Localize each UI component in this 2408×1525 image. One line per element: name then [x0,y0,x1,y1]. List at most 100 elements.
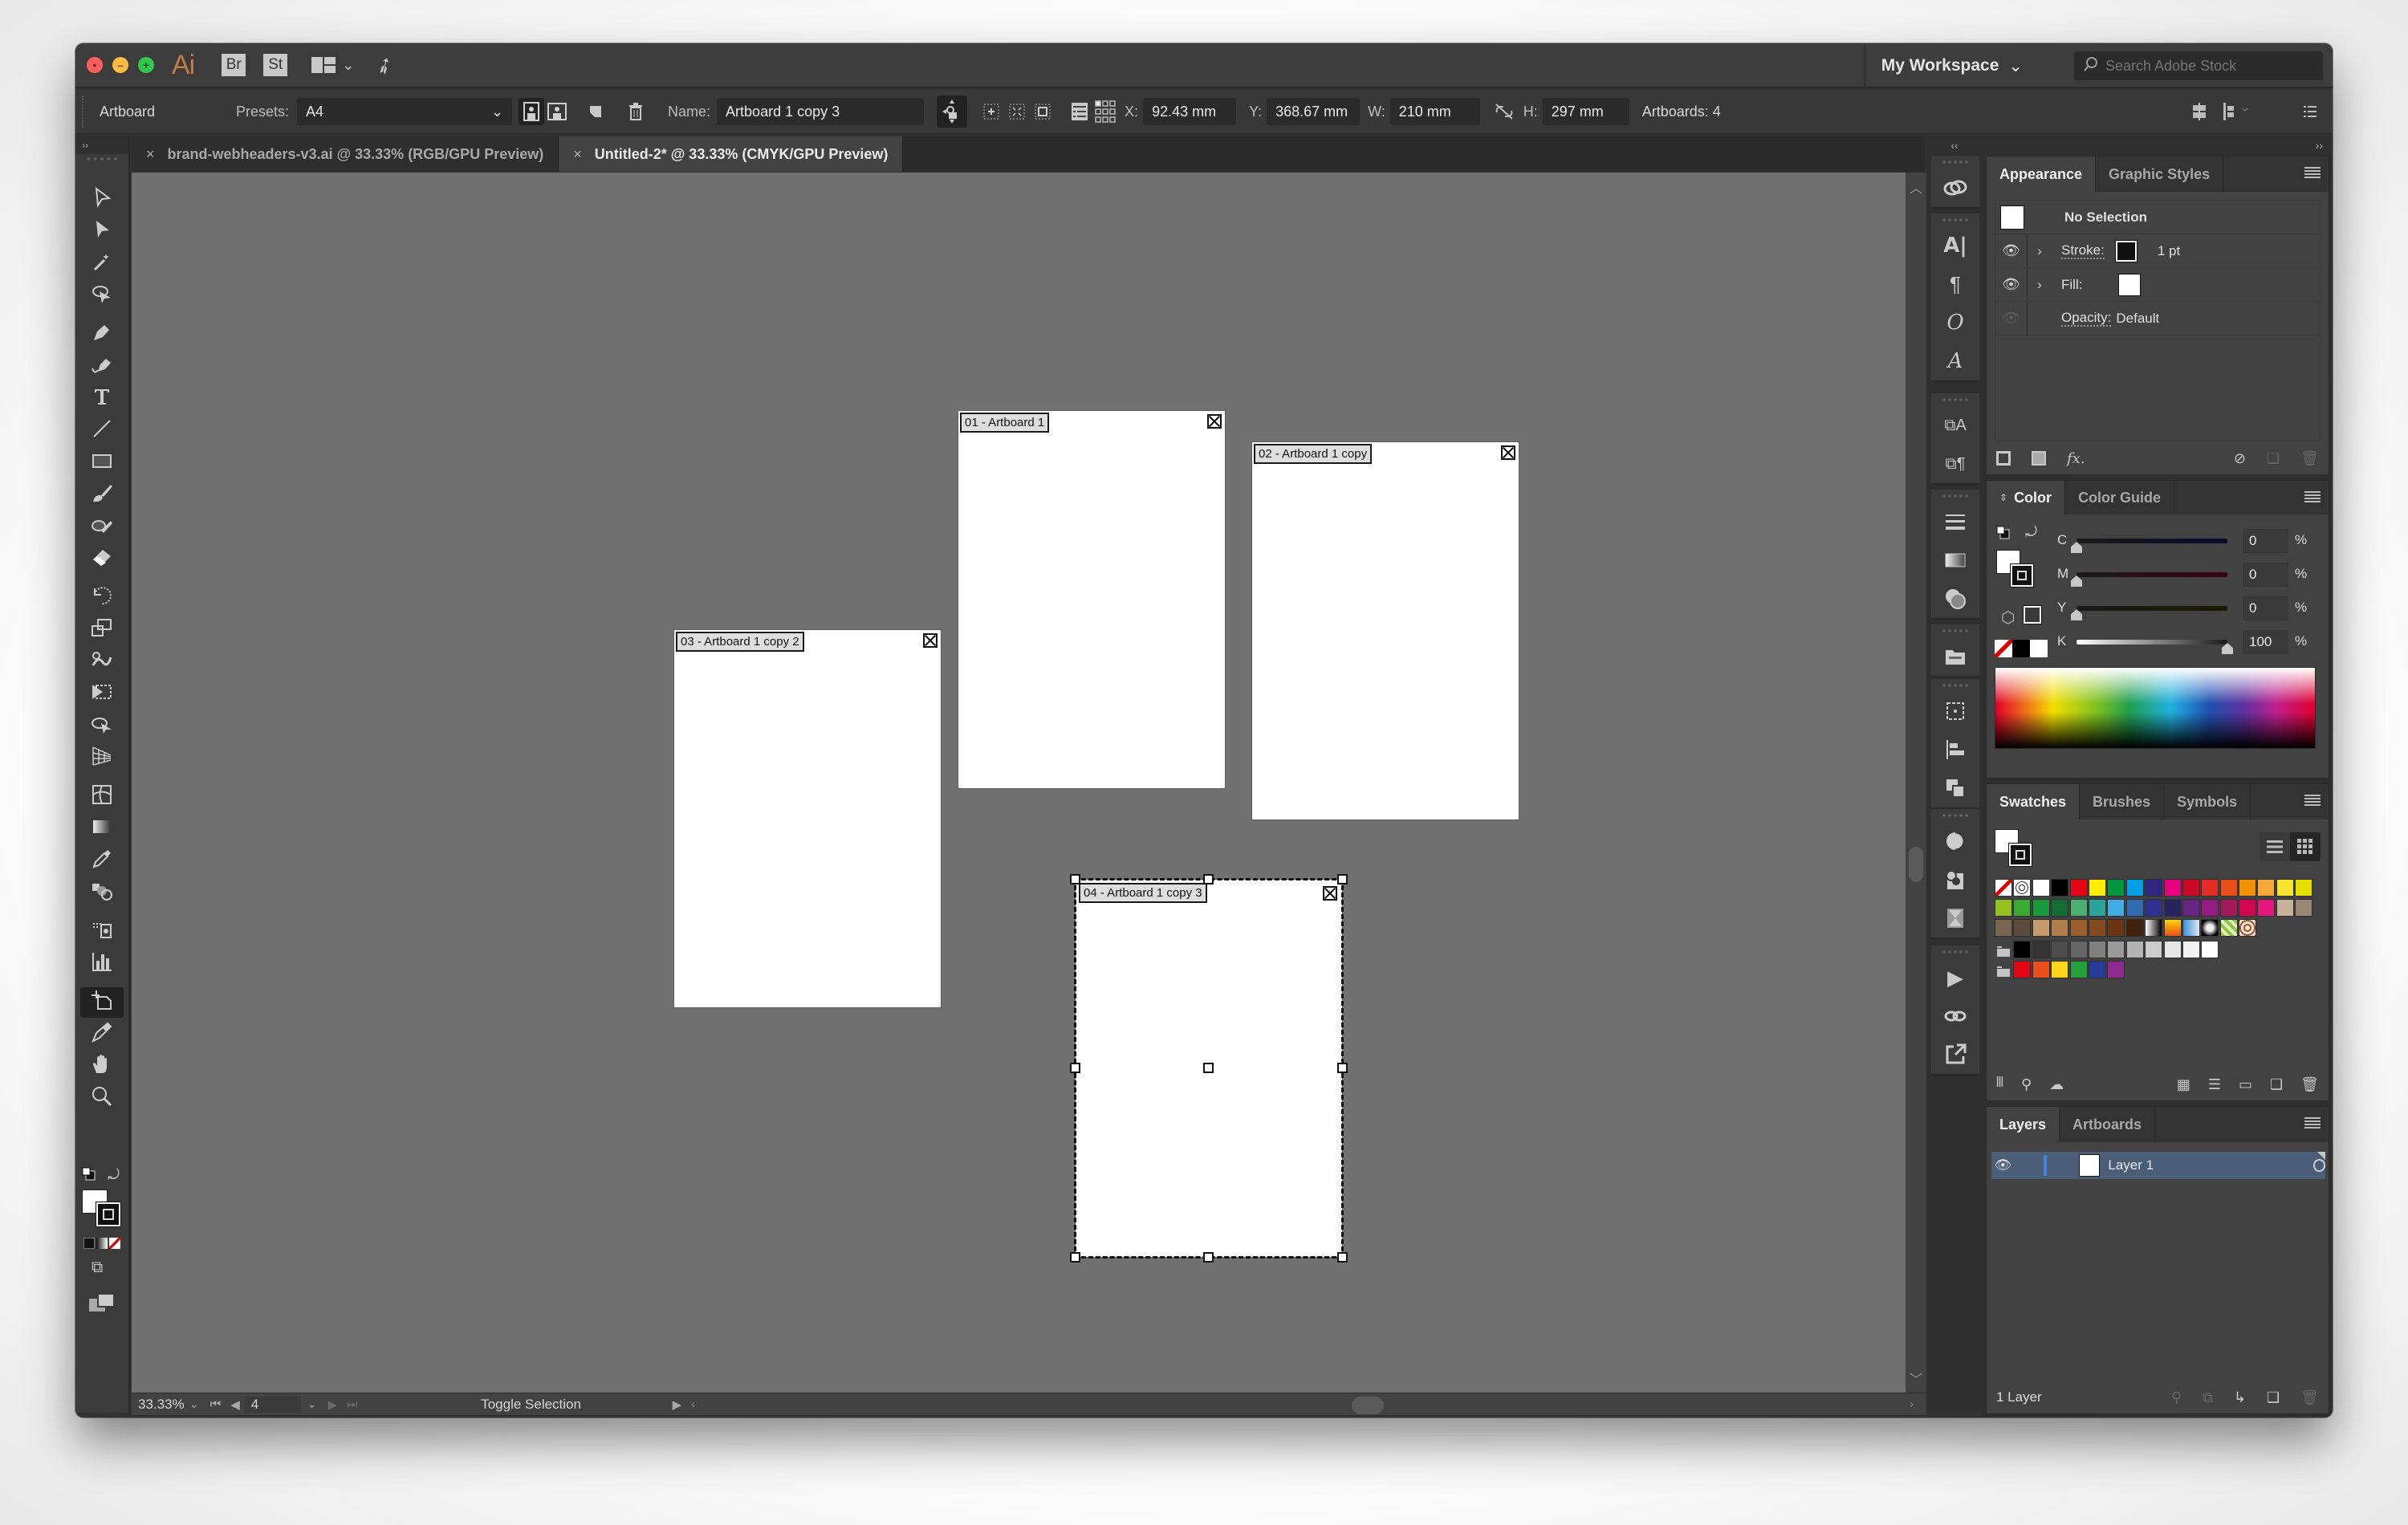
y-input[interactable] [1275,103,1352,120]
new-layer-icon[interactable]: ❏ [2267,1389,2280,1406]
close-window-button[interactable]: • [87,57,103,73]
canvas[interactable]: 01 - Artboard 1 02 - Artboard 1 copy 03 … [132,173,1906,1393]
move-copy-artwork-button[interactable] [937,96,968,128]
document-tab[interactable]: × brand-webheaders-v3.ai @ 33.33% (RGB/GP… [132,136,559,172]
artboard-name-input[interactable] [726,103,916,120]
resize-handle-top-right[interactable] [1337,874,1348,885]
swatch[interactable] [2163,879,2182,897]
delete-artboard-icon[interactable] [1323,886,1337,901]
color-mode-button[interactable] [83,1238,95,1249]
arrange-documents-button[interactable]: ⌄ [311,57,354,74]
links-panel-icon[interactable] [1931,997,1979,1035]
paintbrush-tool[interactable] [80,480,124,510]
tab-color-guide[interactable]: Color Guide [2065,481,2175,514]
default-colors-icon[interactable] [1996,526,2011,544]
white-color-swatch[interactable] [2030,640,2048,657]
swatch[interactable] [2145,879,2163,897]
resize-handle-bottom-left[interactable] [1070,1252,1080,1263]
swatch[interactable] [2125,919,2144,937]
show-swatch-kinds-icon[interactable]: ▦ [2177,1076,2190,1093]
artboard-01[interactable]: 01 - Artboard 1 [958,411,1225,788]
minimize-window-button[interactable]: – [112,57,128,73]
zoom-level[interactable]: 33.33% [132,1397,185,1413]
align-to-grid-button[interactable] [2186,98,2212,125]
swatch[interactable] [2107,879,2125,897]
swatch[interactable] [2013,879,2032,897]
trash-icon[interactable]: 🗑 [2300,450,2319,467]
color-fill-stroke-indicator[interactable] [1996,550,2034,588]
scroll-right-icon[interactable]: › [1905,1397,1918,1411]
color-spectrum[interactable] [1995,667,2316,749]
x-input[interactable] [1152,103,1228,120]
swatch[interactable] [2201,899,2219,917]
channel-slider[interactable] [2076,640,2227,645]
slider-thumb[interactable] [2071,542,2082,553]
paragraph-styles-icon[interactable]: ⧉¶ [1931,445,1979,483]
add-effect-icon[interactable]: fx. [2067,450,2085,467]
panel-menu-icon[interactable] [2304,1115,2321,1131]
selection-tool[interactable] [80,185,124,215]
eye-icon[interactable]: 👁 [1995,268,2028,301]
mesh-tool[interactable] [80,782,124,812]
bridge-button[interactable]: Br [222,54,246,76]
h-field[interactable] [1542,98,1629,125]
swatch[interactable] [2182,899,2200,917]
h-input[interactable] [1551,103,1621,120]
perspective-grid-tool[interactable] [80,743,124,774]
expand-toolbar-button[interactable]: ›› [75,136,128,154]
stroke-swatch[interactable] [96,1202,121,1227]
export-icon[interactable] [1931,1035,1979,1074]
scroll-down-icon[interactable]: ﹀ [1906,1368,1926,1388]
expand-chevron-icon[interactable]: › [2028,243,2052,259]
tab-artboards[interactable]: Artboards [2060,1107,2156,1142]
none-color-swatch[interactable] [1995,640,2012,657]
swatch[interactable] [1995,919,2012,937]
layer-name[interactable]: Layer 1 [2108,1157,2261,1173]
channel-value[interactable]: 100 [2243,630,2288,654]
rocket-icon[interactable]: ➶ [370,49,400,81]
closest-web-color-swatch[interactable] [2023,605,2042,624]
eyedropper-tool[interactable] [80,846,124,876]
collapse-dock-button[interactable]: ‹‹ [1926,136,1983,154]
swap-colors-icon[interactable]: ⤾ [2025,524,2037,541]
presets-dropdown[interactable]: A4 ⌄ [297,98,513,125]
artboard-dropdown-icon[interactable]: ⌄ [301,1397,323,1411]
swatch[interactable] [2088,879,2106,897]
trash-icon[interactable]: 🗑 [2300,1389,2319,1406]
tab-symbols[interactable]: Symbols [2164,784,2251,819]
column-graph-tool[interactable] [80,949,124,979]
type-tool[interactable] [80,384,124,414]
swatch[interactable] [2088,961,2106,978]
default-fill-stroke-button[interactable] [82,1167,96,1185]
swatch[interactable] [2219,879,2238,897]
eraser-tool[interactable] [80,544,124,575]
panel-menu-icon[interactable] [2304,489,2321,505]
clear-appearance-icon[interactable]: ⊘ [2234,450,2246,467]
pathfinder-panel-icon[interactable] [1931,769,1979,807]
previous-artboard-button[interactable]: ◀ [226,1397,245,1412]
swatch[interactable] [2051,941,2069,958]
swatch[interactable] [2201,919,2219,937]
new-swatch-icon[interactable]: ❏ [2270,1076,2283,1093]
stroke-panel-icon[interactable] [1931,502,1979,541]
black-color-swatch[interactable] [2012,640,2030,657]
w-input[interactable] [1398,103,1471,120]
swatch[interactable] [2145,899,2163,917]
hand-tool[interactable] [80,1051,124,1082]
swatch[interactable] [2013,919,2032,937]
drawing-modes-icon[interactable]: ⧉ [92,1259,103,1277]
line-segment-tool[interactable] [80,416,124,446]
swatch[interactable] [2125,879,2144,897]
swatch[interactable] [2032,919,2050,937]
artboard-options-button[interactable] [1067,98,1092,125]
swatch[interactable] [2107,919,2125,937]
gradient-tool[interactable] [80,814,124,844]
swatch[interactable] [2239,919,2257,937]
stroke-weight[interactable]: 1 pt [2158,243,2180,259]
reference-point-button[interactable] [1092,98,1118,125]
add-new-fill-icon[interactable] [2032,451,2046,466]
character-styles-icon[interactable]: ⧉A [1931,406,1979,445]
channel-value[interactable]: 0 [2243,596,2288,620]
document-tab[interactable]: × Untitled-2* @ 33.33% (CMYK/GPU Preview) [559,136,904,172]
channel-slider[interactable] [2076,606,2227,611]
